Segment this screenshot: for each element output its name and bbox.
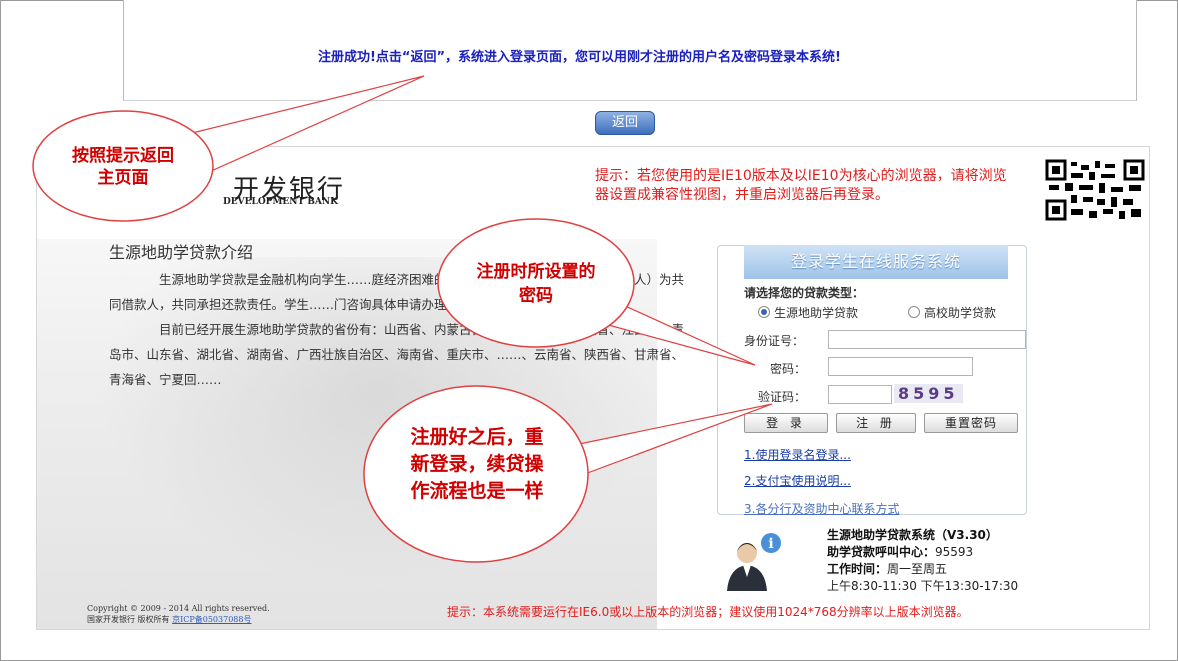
annotation-layer [32, 75, 773, 563]
annotation-password-tip: 注册时所设置的密码 [476, 262, 596, 306]
annotation-relogin-tip: 注册好之后，重新登录，续贷操作流程也是一样 [410, 426, 544, 502]
annotation-back-tip: 按照提示返回主页面 [72, 146, 174, 188]
callout-pointer-back [187, 75, 425, 177]
callout-pointer-relogin [559, 403, 773, 479]
